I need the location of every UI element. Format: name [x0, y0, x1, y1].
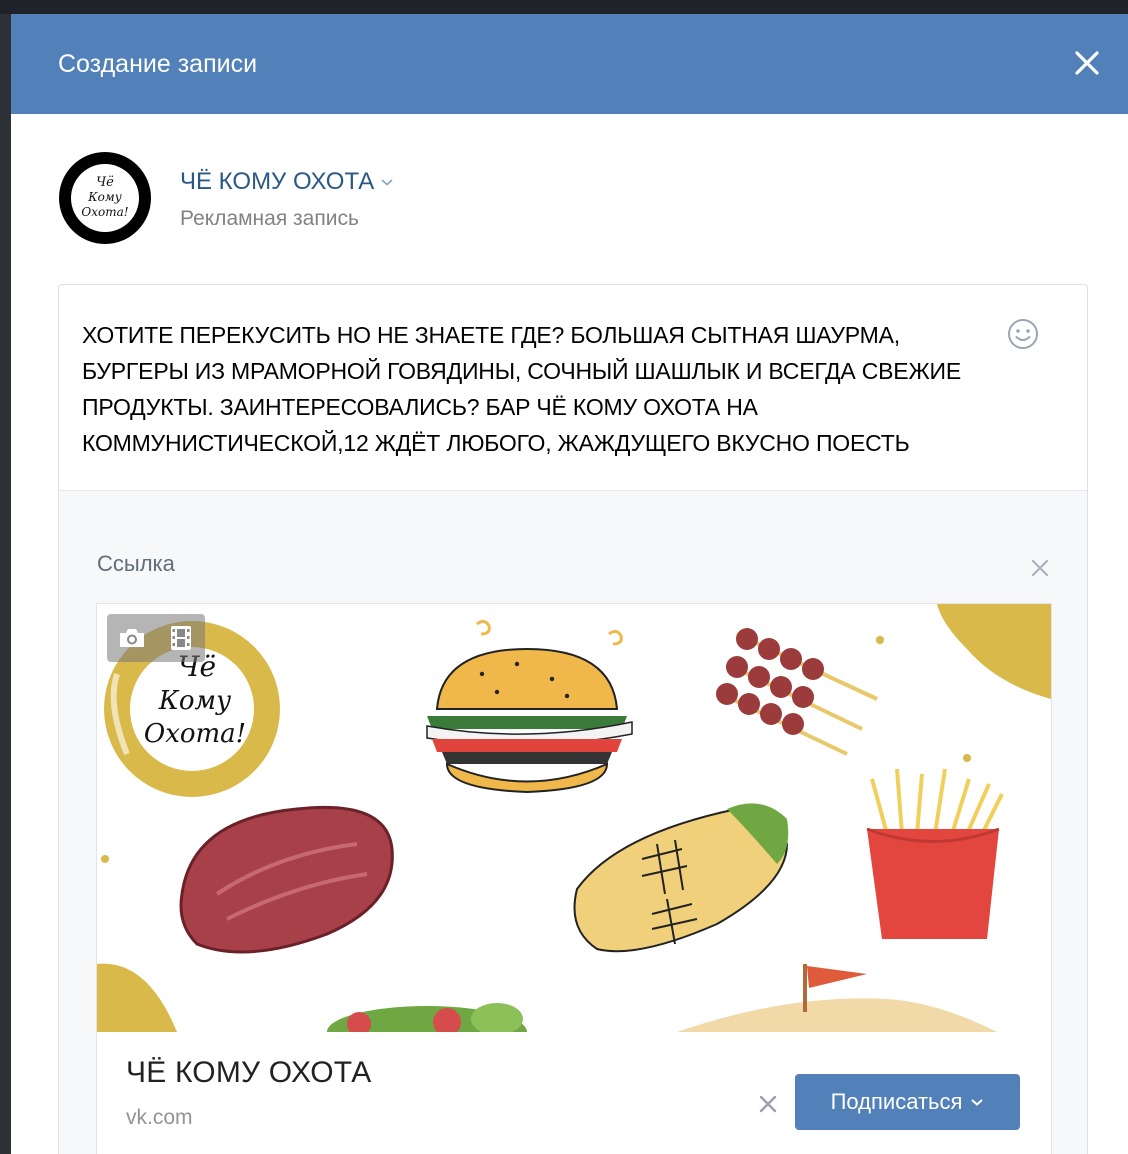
- close-icon: [1075, 51, 1099, 75]
- community-avatar[interactable]: Чё Кому Охота!: [59, 152, 151, 244]
- chevron-down-icon: [971, 1099, 984, 1106]
- remove-button-button[interactable]: [756, 1092, 780, 1116]
- dialog-title: Создание записи: [58, 50, 258, 78]
- gold-blob-top-right: [937, 604, 1051, 699]
- background-page: [0, 14, 11, 1154]
- image-tools: [107, 614, 205, 662]
- post-text-input[interactable]: ХОТИТЕ ПЕРЕКУСИТЬ НО НЕ ЗНАЕТЕ ГДЕ? БОЛЬ…: [82, 317, 982, 461]
- background-top-bar: [0, 0, 1128, 14]
- author-selector[interactable]: ЧЁ КОМУ ОХОТА: [180, 168, 394, 196]
- link-title[interactable]: ЧЁ КОМУ ОХОТА: [126, 1056, 372, 1090]
- fries: [866, 768, 1004, 939]
- svg-text:Чё: Чё: [96, 175, 114, 190]
- chevron-down-icon: [381, 179, 393, 186]
- svg-text:Охота!: Охота!: [81, 205, 128, 219]
- remove-link-button[interactable]: [1029, 557, 1051, 579]
- svg-text:Охота!: Охота!: [144, 719, 246, 749]
- subscribe-button[interactable]: Подписаться: [795, 1074, 1020, 1130]
- post-composer: ХОТИТЕ ПЕРЕКУСИТЬ НО НЕ ЗНАЕТЕ ГДЕ? БОЛЬ…: [58, 284, 1088, 1154]
- link-snippet: Чё Кому Охота! ЧЁ КОМУ ОХОТА vk.com Подп…: [96, 603, 1052, 1154]
- close-icon: [759, 1095, 777, 1113]
- change-video-button[interactable]: [163, 620, 199, 656]
- gold-blob-bottom-left: [97, 963, 177, 1032]
- burger: [426, 647, 633, 794]
- kebab-skewers: [716, 628, 878, 756]
- close-dialog-button[interactable]: [1072, 48, 1102, 78]
- shawarma: [573, 803, 789, 953]
- dialog-header: Создание записи: [11, 14, 1128, 114]
- film-icon: [170, 626, 191, 650]
- change-photo-button[interactable]: [114, 620, 150, 656]
- flag: [807, 966, 867, 988]
- svg-text:Кому: Кому: [158, 686, 231, 716]
- sand-hill: [677, 998, 997, 1032]
- create-post-dialog: Создание записи Чё Кому Охота! ЧЁ КОМУ О…: [11, 14, 1128, 1154]
- attachment-area: Ссылка Чё Кому Охота! ЧЁ КОМУ ОХОТА vk.c…: [59, 490, 1087, 1154]
- community-logo: Чё Кому Охота!: [81, 175, 128, 219]
- post-type-label: Рекламная запись: [180, 207, 359, 230]
- smile-icon: [1008, 319, 1038, 349]
- emoji-button[interactable]: [1006, 317, 1040, 351]
- link-domain: vk.com: [126, 1106, 193, 1129]
- svg-text:Кому: Кому: [87, 190, 121, 204]
- camera-icon: [119, 629, 144, 647]
- author-name: ЧЁ КОМУ ОХОТА: [180, 168, 375, 195]
- link-attachment-label: Ссылка: [97, 551, 175, 576]
- salad: [327, 1003, 527, 1032]
- subscribe-button-label: Подписаться: [830, 1089, 963, 1114]
- steak: [179, 805, 394, 954]
- link-snippet-image[interactable]: Чё Кому Охота!: [97, 604, 1051, 1032]
- close-icon: [1031, 559, 1049, 577]
